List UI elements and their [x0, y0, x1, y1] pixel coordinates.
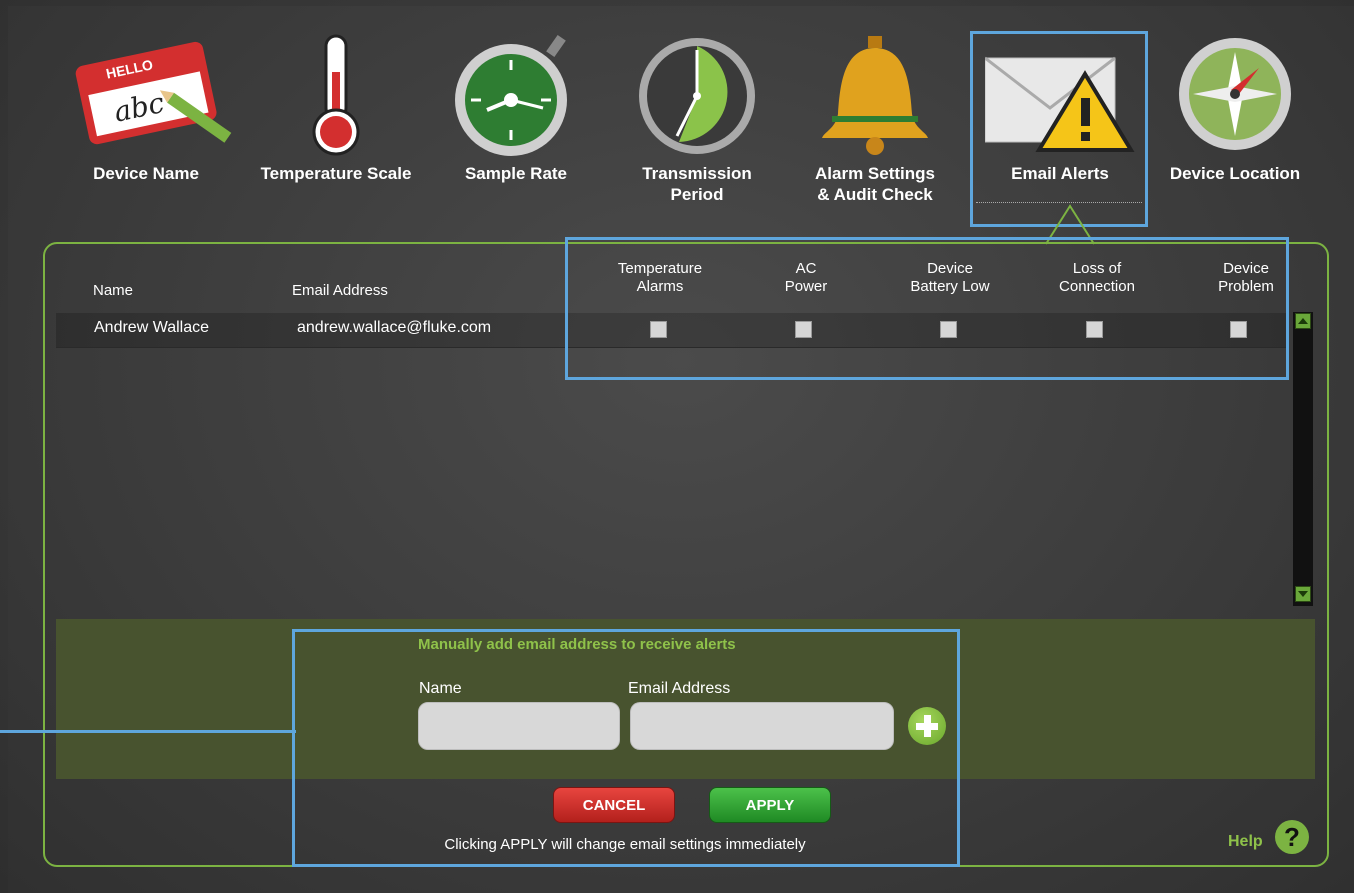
nav-label-transmission-period: Transmission Period	[642, 164, 752, 204]
nav-transmission-period[interactable]: Transmission Period	[622, 18, 772, 218]
bell-icon	[800, 32, 950, 167]
header-email: Email Address	[292, 282, 388, 299]
scroll-down-button[interactable]	[1295, 586, 1311, 602]
row-email: andrew.wallace@fluke.com	[297, 319, 492, 336]
arrow-up-icon	[1298, 318, 1308, 324]
nav-label-device-location: Device Location	[1169, 164, 1301, 183]
callout-line	[0, 730, 296, 733]
name-tag-icon: HELLO abc	[71, 32, 232, 167]
nav-label-sample-rate: Sample Rate	[464, 164, 568, 183]
scrollbar[interactable]	[1293, 312, 1313, 606]
scroll-up-button[interactable]	[1295, 313, 1311, 329]
row-name: Andrew Wallace	[94, 319, 210, 336]
arrow-down-icon	[1298, 591, 1308, 597]
alert-types-highlight	[565, 237, 1289, 380]
thermometer-icon	[261, 32, 411, 167]
help-icon[interactable]: ?	[1275, 820, 1309, 854]
nav-label-temperature-scale: Temperature Scale	[260, 164, 412, 183]
selected-tab-highlight	[970, 31, 1148, 227]
nav-sample-rate[interactable]: Sample Rate	[441, 18, 591, 218]
add-form-highlight	[292, 629, 960, 867]
clock-icon	[622, 32, 772, 167]
nav-label-alarm-settings: Alarm Settings & Audit Check	[815, 164, 935, 204]
nav-device-location[interactable]: Device Location	[1160, 18, 1310, 218]
help-link[interactable]: Help	[1228, 833, 1263, 851]
nav-label-device-name: Device Name	[93, 164, 199, 183]
tab-underline	[976, 202, 1142, 203]
header-name: Name	[93, 282, 134, 299]
nav-alarm-settings[interactable]: Alarm Settings & Audit Check	[800, 18, 950, 218]
nav-temperature-scale[interactable]: Temperature Scale	[261, 18, 411, 218]
stopwatch-icon	[441, 32, 591, 167]
nav-device-name[interactable]: HELLO abc Device Name	[71, 18, 232, 218]
compass-icon	[1160, 32, 1310, 167]
